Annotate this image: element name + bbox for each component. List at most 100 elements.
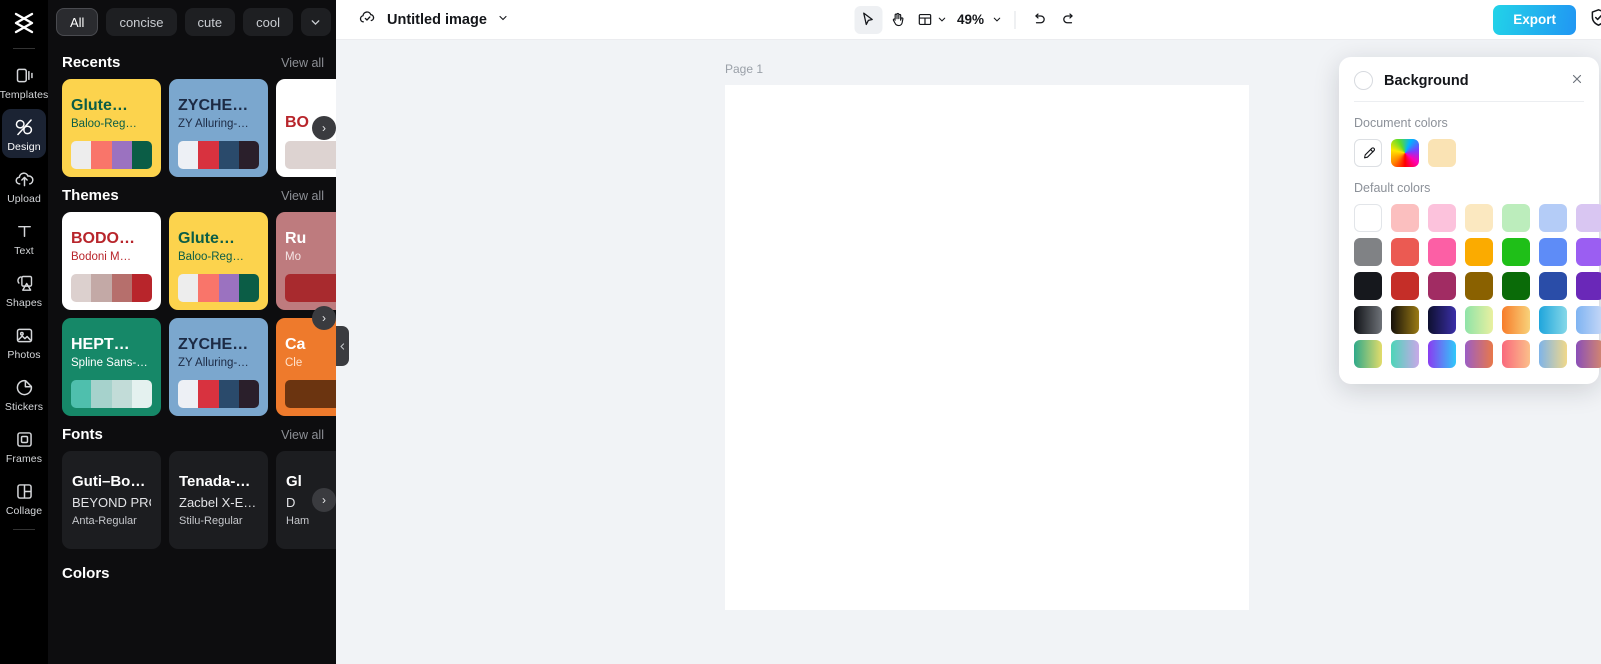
palette-swatch [219,141,239,169]
default-color-swatch[interactable] [1354,272,1382,300]
default-color-swatch[interactable] [1502,204,1530,232]
default-color-swatch[interactable] [1391,340,1419,368]
default-color-swatch[interactable] [1465,306,1493,334]
zoom-chevron-down-icon [991,14,1002,25]
default-color-swatch[interactable] [1428,272,1456,300]
default-color-swatch[interactable] [1391,204,1419,232]
sidebar-item-text[interactable]: Text [2,213,46,262]
document-color-swatch[interactable] [1428,139,1456,167]
default-color-swatch[interactable] [1391,272,1419,300]
default-color-swatch[interactable] [1391,238,1419,266]
default-color-swatch[interactable] [1428,306,1456,334]
font-card[interactable]: Guti–Bo… BEYOND PRO… Anta-Regular [62,451,161,549]
recent-card[interactable]: ZYCHE…ZY Alluring-… [169,79,268,177]
default-color-swatch[interactable] [1502,238,1530,266]
export-button[interactable]: Export [1493,5,1576,35]
rainbow-color-picker[interactable] [1391,139,1419,167]
theme-card[interactable]: ZYCHE…ZY Alluring-… [169,318,268,416]
app-root: Templates Design Upload [0,0,1601,664]
layout-button[interactable] [914,11,949,28]
toolbar-right-group: Export [1493,5,1601,35]
default-color-swatch[interactable] [1428,238,1456,266]
default-color-swatch[interactable] [1539,238,1567,266]
default-color-swatch[interactable] [1391,306,1419,334]
theme-card[interactable]: Glute…Baloo-Reg… [169,212,268,310]
default-color-swatch[interactable] [1539,272,1567,300]
default-color-swatch[interactable] [1576,238,1601,266]
recents-next-arrow[interactable]: › [312,116,336,140]
zoom-control[interactable]: 49% [951,12,1004,27]
default-colors-label: Default colors [1354,181,1584,195]
default-color-swatch[interactable] [1354,306,1382,334]
default-color-swatch[interactable] [1465,340,1493,368]
sidebar-item-collage[interactable]: Collage [2,473,46,522]
fonts-title: Fonts [62,426,103,443]
background-color-swatch[interactable] [1354,71,1373,90]
redo-button[interactable] [1055,6,1083,34]
eyedropper-icon[interactable] [1354,139,1382,167]
sidebar-item-frames[interactable]: Frames [2,421,46,470]
sidebar-label-shapes: Shapes [6,297,42,309]
canvas-area[interactable]: Page 1 Background Document colors [336,40,1601,664]
panel-collapse-handle[interactable] [336,326,349,366]
fonts-view-all[interactable]: View all [281,428,324,442]
default-color-swatch[interactable] [1502,306,1530,334]
theme-card[interactable]: RuMo [276,212,336,310]
sidebar-item-design[interactable]: Design [2,109,46,158]
close-icon[interactable] [1570,72,1584,90]
canvas-page[interactable] [725,85,1249,610]
default-color-swatch[interactable] [1428,204,1456,232]
default-color-swatch[interactable] [1502,340,1530,368]
sidebar-label-templates: Templates [0,89,48,101]
default-color-swatch[interactable] [1354,204,1382,232]
default-color-swatch[interactable] [1354,238,1382,266]
default-color-swatch[interactable] [1576,340,1601,368]
default-color-swatch[interactable] [1428,340,1456,368]
palette-swatch [326,141,337,169]
sidebar-item-photos[interactable]: Photos [2,317,46,366]
hand-tool-button[interactable] [884,6,912,34]
theme-card[interactable]: CaCle [276,318,336,416]
chip-concise[interactable]: concise [106,8,176,36]
capcut-logo-icon[interactable] [7,6,41,40]
recent-card[interactable]: Glute…Baloo-Reg… [62,79,161,177]
font-card[interactable]: Tenada-… Zacbel X-E… Stilu-Regular [169,451,268,549]
card-subtitle: Spline Sans-… [71,355,152,372]
themes-view-all[interactable]: View all [281,189,324,203]
palette-swatch [285,274,305,302]
default-color-swatch[interactable] [1576,272,1601,300]
font-card-line3: Stilu-Regular [179,515,258,527]
chip-cool[interactable]: cool [243,8,293,36]
default-colors-grid [1354,204,1584,368]
default-color-swatch[interactable] [1465,272,1493,300]
undo-button[interactable] [1025,6,1053,34]
fonts-next-arrow[interactable]: › [312,488,336,512]
themes-next-arrow[interactable]: › [312,306,336,330]
sidebar-item-shapes[interactable]: Shapes [2,265,46,314]
default-color-swatch[interactable] [1576,204,1601,232]
sidebar-item-upload[interactable]: Upload [2,161,46,210]
sidebar-item-templates[interactable]: Templates [2,57,46,106]
default-color-swatch[interactable] [1465,238,1493,266]
recents-view-all[interactable]: View all [281,56,324,70]
photos-icon [13,324,35,346]
title-chevron-down-icon[interactable] [497,11,509,29]
palette-swatch [112,380,132,408]
sidebar-item-stickers[interactable]: Stickers [2,369,46,418]
theme-card[interactable]: HEPT…Spline Sans-… [62,318,161,416]
default-color-swatch[interactable] [1539,306,1567,334]
default-color-swatch[interactable] [1576,306,1601,334]
shield-check-icon[interactable] [1588,7,1601,33]
default-color-swatch[interactable] [1354,340,1382,368]
default-color-swatch[interactable] [1502,272,1530,300]
chip-all[interactable]: All [56,8,98,36]
default-color-swatch[interactable] [1539,204,1567,232]
chip-expand-button[interactable] [301,8,331,36]
theme-card[interactable]: BODO…Bodoni M… [62,212,161,310]
default-color-swatch[interactable] [1539,340,1567,368]
chip-cute[interactable]: cute [185,8,236,36]
background-panel-header: Background [1354,71,1584,102]
select-tool-button[interactable] [854,6,882,34]
document-title-group[interactable]: Untitled image [336,8,509,32]
default-color-swatch[interactable] [1465,204,1493,232]
